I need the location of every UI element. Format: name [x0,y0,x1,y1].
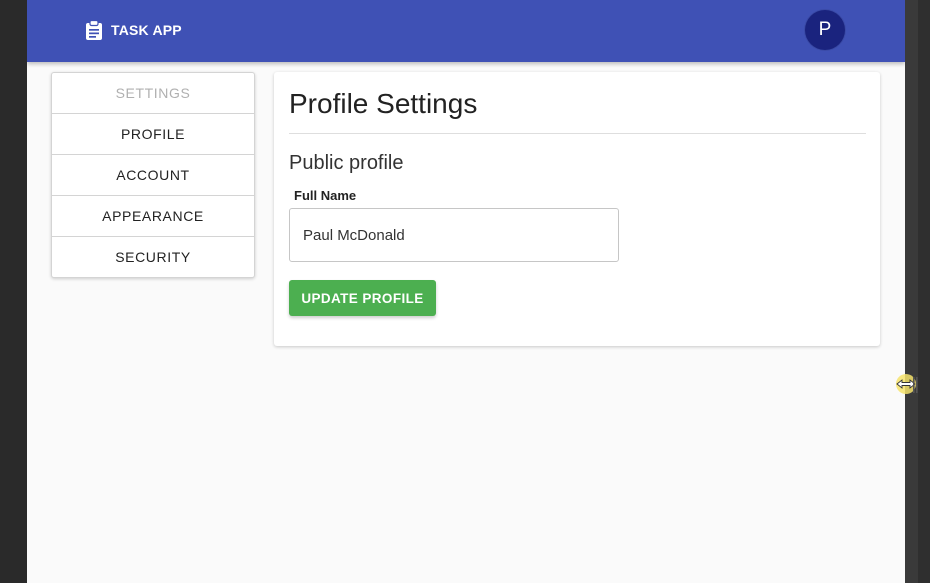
sidebar-item-security[interactable]: SECURITY [52,237,254,277]
sidebar-item-appearance[interactable]: APPEARANCE [52,196,254,237]
sidebar-item-account[interactable]: ACCOUNT [52,155,254,196]
profile-settings-card: Profile Settings Public profile Full Nam… [274,72,880,346]
window-right-edge [905,0,930,583]
user-avatar[interactable]: P [805,10,845,50]
section-title: Public profile [289,152,404,174]
sidebar-header-settings: SETTINGS [52,73,254,114]
page-title: Profile Settings [289,88,478,119]
sidebar-item-profile[interactable]: PROFILE [52,114,254,155]
update-profile-button[interactable]: UPDATE PROFILE [289,280,436,316]
brand[interactable]: TASK APP [85,19,182,41]
clipboard-icon [86,20,102,40]
full-name-input[interactable] [289,208,619,262]
window-left-edge [0,0,27,583]
title-divider [289,133,866,134]
settings-sidebar: SETTINGS PROFILE ACCOUNT APPEARANCE SECU… [51,72,255,278]
full-name-label: Full Name [294,188,357,203]
app-viewport: TASK APP P SETTINGS PROFILE ACCOUNT APPE… [27,0,905,583]
brand-title: TASK APP [111,22,182,38]
horizontal-resize-cursor-icon [896,374,918,394]
app-bar: TASK APP P [27,0,905,62]
